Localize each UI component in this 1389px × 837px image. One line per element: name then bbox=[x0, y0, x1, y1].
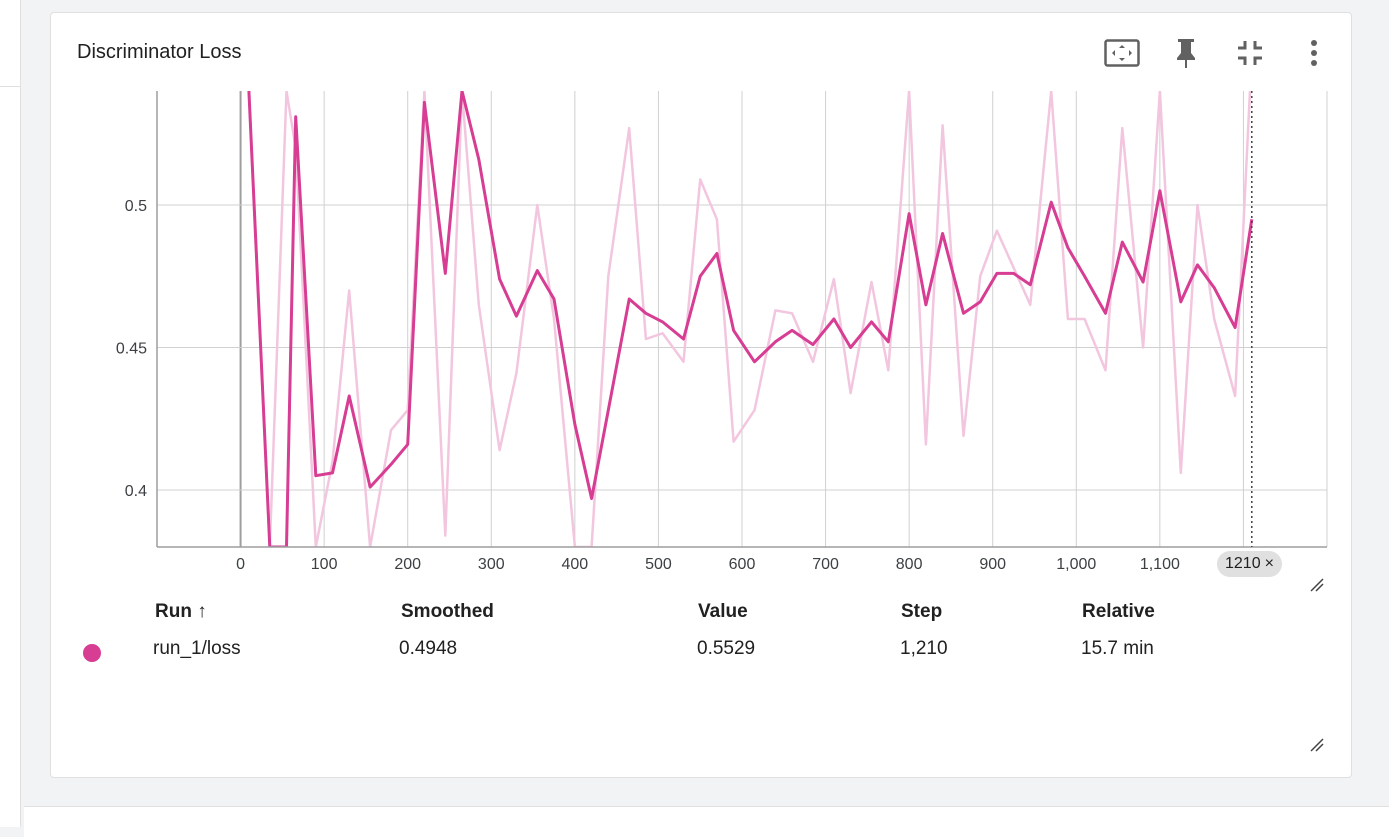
x-tick-label: 1,000 bbox=[1056, 556, 1096, 573]
header-relative[interactable]: Relative bbox=[1082, 601, 1155, 623]
header-step[interactable]: Step bbox=[901, 601, 942, 623]
cell-relative: 15.7 min bbox=[1081, 638, 1154, 659]
hover-step-label: 1210 bbox=[1225, 555, 1261, 572]
x-tick-label: 100 bbox=[311, 556, 338, 573]
y-tick-label: 0.5 bbox=[125, 198, 147, 215]
header-run-label: Run bbox=[155, 601, 192, 622]
cell-smoothed: 0.4948 bbox=[399, 638, 458, 659]
x-tick-label: 300 bbox=[478, 556, 505, 573]
hover-step-chip[interactable]: 1210 × bbox=[1217, 551, 1282, 577]
cell-step: 1,210 bbox=[900, 638, 948, 659]
left-sidebar-edge bbox=[0, 0, 21, 827]
y-tick-label: 0.4 bbox=[125, 483, 147, 500]
x-tick-label: 700 bbox=[812, 556, 839, 573]
scalar-card: Discriminator Loss -1000100200 bbox=[50, 12, 1352, 778]
next-card-edge bbox=[24, 806, 1389, 837]
close-icon[interactable]: × bbox=[1265, 555, 1274, 573]
line-chart[interactable]: -10001002003004005006007008009001,0001,1… bbox=[51, 13, 1351, 573]
header-value[interactable]: Value bbox=[698, 601, 748, 623]
x-tick-label: 500 bbox=[645, 556, 672, 573]
cell-run: run_1/loss bbox=[153, 638, 241, 659]
y-tick-label: 0.45 bbox=[116, 341, 147, 358]
chart-resize-icon[interactable] bbox=[1309, 577, 1325, 593]
x-tick-label: 200 bbox=[394, 556, 421, 573]
header-run[interactable]: Run ↑ bbox=[155, 601, 207, 623]
x-tick-label: 400 bbox=[562, 556, 589, 573]
smoothed-series-line bbox=[247, 91, 1254, 547]
x-tick-label: 1,100 bbox=[1140, 556, 1180, 573]
sidebar-divider bbox=[0, 86, 20, 87]
x-tick-label: 600 bbox=[729, 556, 756, 573]
raw-series-line bbox=[247, 91, 1252, 547]
sort-arrow-icon: ↑ bbox=[197, 601, 207, 622]
x-tick-label: 800 bbox=[896, 556, 923, 573]
cell-value: 0.5529 bbox=[697, 638, 756, 659]
x-tick-label: 0 bbox=[236, 556, 245, 573]
card-resize-icon[interactable] bbox=[1309, 737, 1325, 753]
run-color-dot bbox=[83, 644, 101, 662]
header-smoothed[interactable]: Smoothed bbox=[401, 601, 494, 623]
x-tick-label: 900 bbox=[979, 556, 1006, 573]
